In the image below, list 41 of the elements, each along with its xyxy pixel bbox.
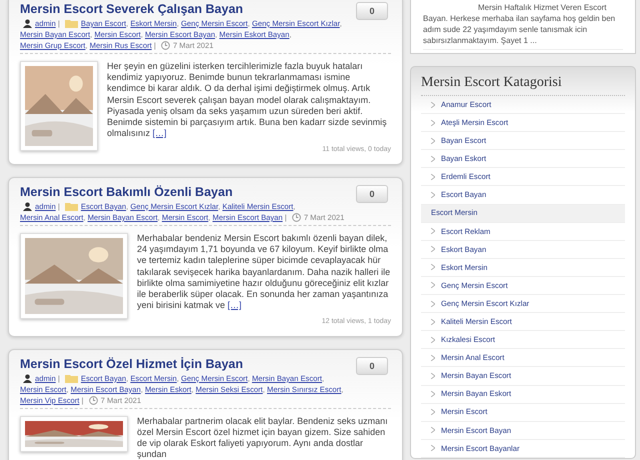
post-title[interactable]: Mersin Escort Severek Çalışan Bayan [20, 2, 244, 17]
post-summary: Mersin Haftalık Hizmet Veren Escort Bayan. Herkese merhaba ilan sayfama hoş geldin ben adım sude 22 yaşımdayım senle tanısmak icin sabırsızlanmaktayım. Şayet 1 ... [423, 2, 623, 50]
widget-title: Mersin Escort Katagorisi [421, 73, 625, 96]
post-title[interactable]: Mersin Escort Özel Hizmet İçin Bayan [20, 356, 243, 372]
chevron-icon [431, 246, 435, 252]
chevron-icon [431, 228, 435, 234]
comment-count[interactable]: 0 [356, 184, 388, 203]
chevron-icon [431, 102, 435, 108]
read-more-link[interactable]: […] [152, 128, 167, 138]
chevron-icon [431, 174, 435, 180]
user-icon [23, 19, 32, 28]
chevron-icon [431, 282, 435, 288]
comment-count[interactable]: 0 [356, 2, 388, 20]
chevron-icon [431, 391, 435, 398]
chevron-icon [431, 192, 435, 198]
chevron-icon [431, 445, 435, 452]
folder-icon [64, 19, 78, 28]
clock-icon [292, 212, 301, 222]
chevron-icon [431, 318, 435, 325]
folder-icon [64, 374, 78, 383]
post-title[interactable]: Mersin Escort Bakımlı Özenli Bayan [20, 184, 233, 200]
folder-icon [64, 202, 78, 211]
user-icon [23, 202, 32, 211]
chevron-icon [431, 427, 435, 434]
chevron-icon [431, 120, 435, 126]
user-icon [23, 374, 32, 383]
clock-icon [160, 41, 170, 50]
chevron-icon [431, 156, 435, 162]
chevron-icon [431, 354, 435, 361]
chevron-icon [431, 300, 435, 307]
post-excerpt: Her şeyin en güzelini isterken tercihlerimizle fazla buyuk hataları kendimiz yapıyoruz. Benimde bunun tekrarlanmaması ismine kendimce bi karar aldık. O da derhal işimi değiştirmek olmuş. Artık Mersin Escort severek çalışan bayan model olarak calışmaktayım. Piyasada yeniş olsam da seks yaşamım uzun süreden beri aktif. Benimde sistemin bi parçasıyım artık. Buna ben kadarr sizde sevinmiş olmalısınız […] [107, 61, 388, 140]
chevron-icon [431, 264, 435, 270]
read-more-link[interactable]: […] [228, 300, 242, 310]
chevron-icon [431, 372, 435, 379]
clock-icon [88, 396, 98, 405]
chevron-icon [431, 336, 435, 343]
post-excerpt: Merhabalar partnerim olacak elit baylar. Bendeniz seks uzmanı özel Mersin Escort özel hizmet için bayan gizem. Size sahiden de vip olarak Eskort faliyeti yapıyorum. Aynı anda dostlar şundan [137, 416, 389, 460]
chevron-icon [431, 138, 435, 144]
post-excerpt: Merhabalar bendeniz Mersin Escort bakımlı özenli bayan dilek, 24 yaşımdayım 1,71 boyunda ve 67 kiloyum. Keyif birlikte olma ve tertemiz kadın taleplerine süper bicimde cevaplayacak hür takılarak sevişecek harika bayanlardanım. Daha nazik halleri ile birlikte olma samimiyetine hazır olduğunu göreceğiniz elit kızlar ile beraberlik süper olacak. En sonunda her zaman yaşantınıza yeni birisini katmak ve […] [137, 232, 391, 312]
chevron-icon [431, 409, 435, 416]
comment-count[interactable]: 0 [356, 356, 388, 375]
